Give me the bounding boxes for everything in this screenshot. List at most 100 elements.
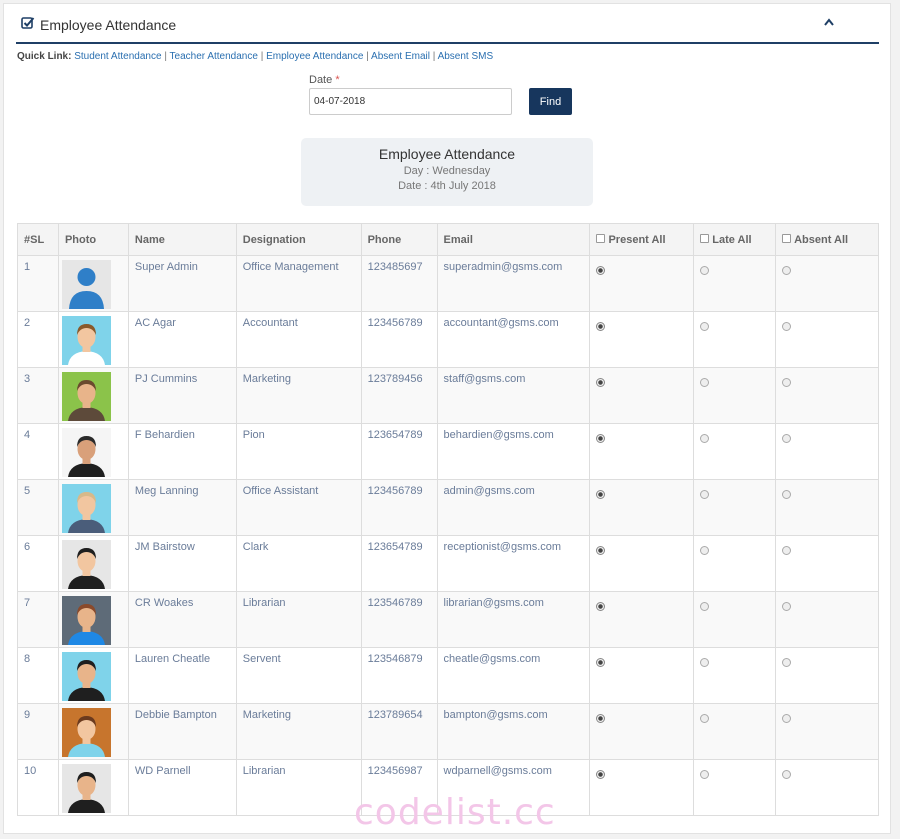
- avatar: [61, 764, 111, 813]
- cell-designation: Librarian: [235, 759, 362, 816]
- cell-designation: Servent: [235, 647, 362, 704]
- absent-radio[interactable]: [782, 770, 792, 779]
- cell-name: JM Bairstow: [127, 535, 237, 592]
- col-phone: Phone: [360, 223, 438, 256]
- cell-absent: [775, 703, 879, 760]
- late-radio[interactable]: [700, 322, 710, 331]
- absent-radio[interactable]: [782, 714, 792, 723]
- cell-present: [589, 647, 695, 704]
- absent-radio[interactable]: [782, 266, 792, 275]
- date-label: Date *: [309, 74, 340, 86]
- cell-absent: [775, 535, 879, 592]
- present-radio[interactable]: [596, 322, 606, 331]
- quick-link-teacher-attendance[interactable]: Teacher Attendance: [170, 51, 258, 62]
- cell-sl: 2: [17, 311, 59, 368]
- cell-sl: 1: [17, 255, 59, 312]
- info-title: Employee Attendance: [378, 146, 516, 162]
- find-button[interactable]: Find: [529, 88, 572, 115]
- cell-present: [589, 479, 695, 536]
- chevron-up-icon[interactable]: [824, 18, 834, 26]
- cell-phone: 123456789: [360, 311, 438, 368]
- cell-phone: 123546789: [360, 591, 438, 648]
- cell-sl: 7: [17, 591, 59, 648]
- watermark: codelist.cc: [354, 792, 556, 833]
- absent-all-checkbox[interactable]: [782, 234, 792, 243]
- quick-link-absent-sms[interactable]: Absent SMS: [438, 51, 494, 62]
- cell-sl: 10: [17, 759, 59, 816]
- present-radio[interactable]: [596, 658, 606, 667]
- cell-late: [693, 703, 777, 760]
- late-radio[interactable]: [700, 770, 710, 779]
- present-radio[interactable]: [596, 490, 606, 499]
- cell-late: [693, 759, 777, 816]
- date-input[interactable]: [309, 88, 512, 115]
- absent-radio[interactable]: [782, 434, 792, 443]
- absent-radio[interactable]: [782, 602, 792, 611]
- late-all-checkbox[interactable]: [700, 234, 710, 243]
- cell-late: [693, 367, 777, 424]
- late-radio[interactable]: [700, 266, 710, 275]
- cell-present: [589, 703, 695, 760]
- present-radio[interactable]: [596, 770, 606, 779]
- table-row: 5 Meg Lanning Office Assistant 123456789…: [17, 479, 879, 536]
- cell-email: superadmin@gsms.com: [436, 255, 591, 312]
- absent-radio[interactable]: [782, 322, 792, 331]
- late-radio[interactable]: [700, 714, 710, 723]
- late-radio[interactable]: [700, 490, 710, 499]
- cell-name: CR Woakes: [127, 591, 237, 648]
- attendance-info-box: Employee Attendance Day : Wednesday Date…: [301, 138, 593, 206]
- cell-sl: 3: [17, 367, 59, 424]
- cell-designation: Librarian: [235, 591, 362, 648]
- table-row: 6 JM Bairstow Clark 123654789 receptioni…: [17, 535, 879, 592]
- avatar: [61, 484, 111, 533]
- attendance-table: #SL Photo Name Designation Phone Email P…: [17, 223, 879, 816]
- late-radio[interactable]: [700, 602, 710, 611]
- present-radio[interactable]: [596, 546, 606, 555]
- cell-phone: 123485697: [360, 255, 438, 312]
- avatar: [61, 372, 111, 421]
- cell-phone: 123789654: [360, 703, 438, 760]
- present-radio[interactable]: [596, 602, 606, 611]
- quick-link-absent-email[interactable]: Absent Email: [371, 51, 430, 62]
- cell-photo: [57, 759, 129, 816]
- present-all-checkbox[interactable]: [596, 234, 606, 243]
- cell-photo: [57, 591, 129, 648]
- cell-photo: [57, 423, 129, 480]
- absent-radio[interactable]: [782, 378, 792, 387]
- info-date: Date : 4th July 2018: [398, 180, 496, 192]
- table-row: 1 Super Admin Office Management 12348569…: [17, 255, 879, 312]
- cell-present: [589, 311, 695, 368]
- present-radio[interactable]: [596, 434, 606, 443]
- cell-photo: [57, 479, 129, 536]
- quick-link-label: Quick Link:: [17, 51, 72, 62]
- table-row: 2 AC Agar Accountant 123456789 accountan…: [17, 311, 879, 368]
- cell-late: [693, 647, 777, 704]
- cell-absent: [775, 311, 879, 368]
- col-email: Email: [436, 223, 591, 256]
- present-radio[interactable]: [596, 266, 606, 275]
- cell-late: [693, 535, 777, 592]
- cell-present: [589, 759, 695, 816]
- late-radio[interactable]: [700, 658, 710, 667]
- avatar: [61, 708, 111, 757]
- cell-name: WD Parnell: [127, 759, 237, 816]
- cell-present: [589, 535, 695, 592]
- absent-radio[interactable]: [782, 658, 792, 667]
- cell-photo: [57, 703, 129, 760]
- quick-link-employee-attendance[interactable]: Employee Attendance: [266, 51, 363, 62]
- late-radio[interactable]: [700, 546, 710, 555]
- late-radio[interactable]: [700, 434, 710, 443]
- avatar: [61, 596, 111, 645]
- absent-radio[interactable]: [782, 490, 792, 499]
- present-radio[interactable]: [596, 378, 606, 387]
- quick-link-student-attendance[interactable]: Student Attendance: [74, 51, 161, 62]
- present-radio[interactable]: [596, 714, 606, 723]
- attendance-panel: Employee Attendance Quick Link: Student …: [3, 3, 891, 834]
- cell-name: PJ Cummins: [127, 367, 237, 424]
- late-radio[interactable]: [700, 378, 710, 387]
- cell-phone: 123546879: [360, 647, 438, 704]
- cell-name: Meg Lanning: [127, 479, 237, 536]
- required-mark: *: [335, 74, 340, 86]
- cell-designation: Accountant: [235, 311, 362, 368]
- absent-radio[interactable]: [782, 546, 792, 555]
